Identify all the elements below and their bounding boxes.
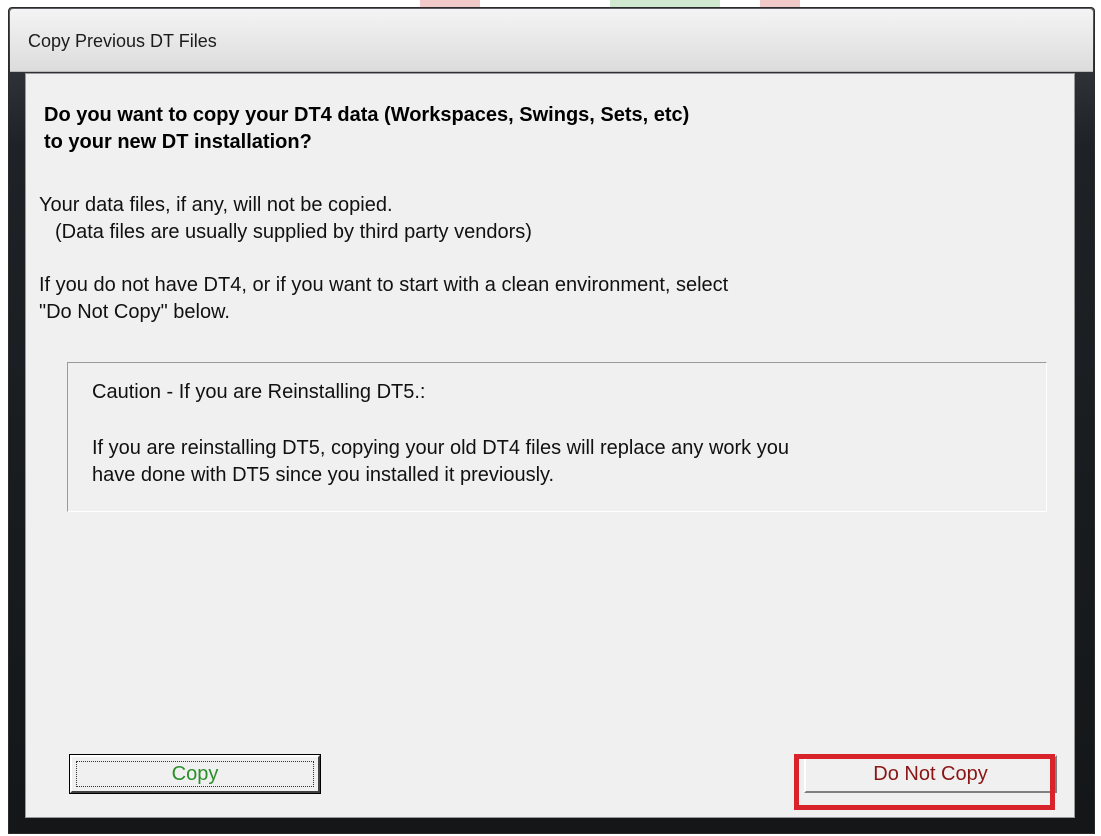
do-not-copy-button[interactable]: Do Not Copy bbox=[804, 755, 1057, 793]
question-heading: Do you want to copy your DT4 data (Works… bbox=[44, 102, 1044, 156]
caution-text: If you are reinstalling DT5, copying you… bbox=[92, 435, 1042, 489]
do-not-copy-button-label: Do Not Copy bbox=[873, 763, 988, 785]
question-line: to your new DT installation? bbox=[44, 131, 312, 153]
caution-line: If you are reinstalling DT5, copying you… bbox=[92, 437, 789, 459]
notice-line: If you do not have DT4, or if you want t… bbox=[39, 274, 729, 296]
caution-line: have done with DT5 since you installed i… bbox=[92, 464, 555, 486]
title-bar[interactable]: Copy Previous DT Files bbox=[10, 9, 1093, 72]
copy-button[interactable]: Copy bbox=[69, 754, 321, 794]
question-line: Do you want to copy your DT4 data (Works… bbox=[44, 104, 690, 126]
data-files-notice: Your data files, if any, will not be cop… bbox=[39, 192, 1049, 246]
dialog-body: Do you want to copy your DT4 data (Works… bbox=[25, 73, 1075, 818]
notice-line: Your data files, if any, will not be cop… bbox=[39, 194, 393, 216]
caution-title: Caution - If you are Reinstalling DT5.: bbox=[92, 381, 426, 403]
copy-button-label: Copy bbox=[171, 763, 219, 785]
notice-line: "Do Not Copy" below. bbox=[39, 301, 230, 323]
clean-environment-notice: If you do not have DT4, or if you want t… bbox=[39, 272, 1049, 326]
notice-line: (Data files are usually supplied by thir… bbox=[55, 221, 532, 243]
window-title: Copy Previous DT Files bbox=[28, 31, 217, 51]
caution-groupbox: Caution - If you are Reinstalling DT5.: … bbox=[67, 362, 1047, 512]
